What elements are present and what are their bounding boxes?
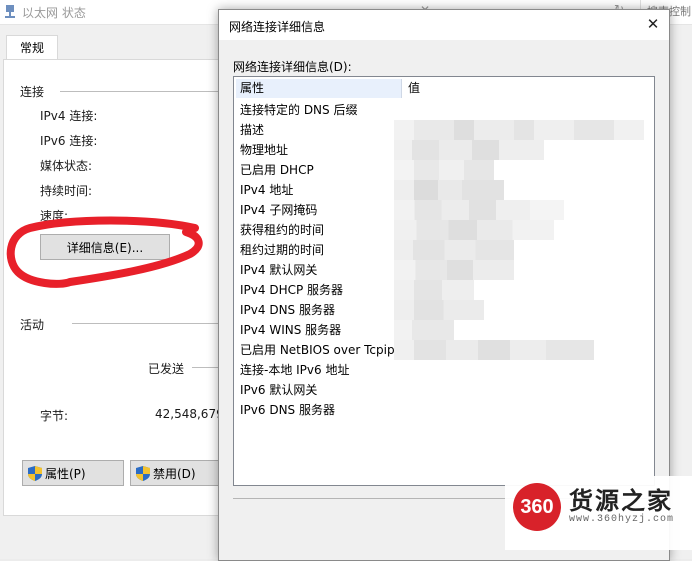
watermark-logo: 360: [513, 483, 561, 531]
column-header-value[interactable]: 值: [404, 79, 464, 98]
disable-button-label: 禁用(D): [153, 467, 196, 481]
list-item[interactable]: IPv4 WINS 服务器: [240, 320, 396, 340]
details-list[interactable]: 属性 值 连接特定的 DNS 后缀 描述 物理地址 已启用 DHCP IPv4 …: [233, 76, 655, 486]
list-item[interactable]: IPv4 默认网关: [240, 260, 396, 280]
tab-general[interactable]: 常规: [6, 35, 58, 60]
list-item[interactable]: IPv6 DNS 服务器: [240, 400, 396, 420]
column-header-property[interactable]: 属性: [236, 79, 402, 98]
ipv6-connection-label: IPv6 连接:: [40, 134, 98, 148]
status-window-title: 以太网 状态: [22, 6, 86, 20]
dialog-title: 网络连接详细信息: [229, 20, 326, 34]
dialog-titlebar: 网络连接详细信息 ✕: [219, 10, 669, 40]
properties-button[interactable]: 属性(P): [22, 460, 124, 486]
list-item[interactable]: 租约过期的时间: [240, 240, 396, 260]
list-item[interactable]: 已启用 NetBIOS over Tcpip: [240, 340, 396, 360]
list-item[interactable]: 已启用 DHCP: [240, 160, 396, 180]
list-item[interactable]: 描述: [240, 120, 396, 140]
media-state-label: 媒体状态:: [40, 159, 93, 173]
watermark-name: 货源之家: [569, 486, 673, 515]
activity-divider: [72, 323, 222, 324]
uac-shield-icon: [28, 466, 42, 481]
list-item[interactable]: 连接特定的 DNS 后缀: [240, 100, 396, 120]
list-item[interactable]: IPv4 子网掩码: [240, 200, 396, 220]
list-item[interactable]: 连接-本地 IPv6 地址: [240, 360, 396, 380]
site-watermark: 360 货源之家 www.360hyzj.com: [505, 476, 692, 550]
list-item[interactable]: 物理地址: [240, 140, 396, 160]
activity-section-heading: 活动: [20, 318, 45, 332]
watermark-url: www.360hyzj.com: [569, 514, 675, 525]
list-item[interactable]: IPv6 默认网关: [240, 380, 396, 400]
connection-section-heading: 连接: [20, 85, 45, 99]
sent-label: 已发送: [148, 362, 185, 376]
red-highlight-annotation: [6, 216, 203, 288]
connection-divider: [60, 91, 220, 92]
duration-label: 持续时间:: [40, 184, 93, 198]
properties-button-label: 属性(P): [45, 467, 86, 481]
bytes-label: 字节:: [40, 409, 69, 423]
list-item[interactable]: IPv4 DNS 服务器: [240, 300, 396, 320]
ipv4-connection-label: IPv4 连接:: [40, 109, 98, 123]
uac-shield-icon: [136, 466, 150, 481]
details-list-caption: 网络连接详细信息(D):: [233, 60, 352, 74]
list-item[interactable]: IPv4 DHCP 服务器: [240, 280, 396, 300]
redacted-values-mosaic: [394, 120, 644, 360]
list-item[interactable]: 获得租约的时间: [240, 220, 396, 240]
bytes-sent-value: 42,548,679: [155, 407, 224, 421]
network-adapter-icon: [5, 5, 15, 18]
close-icon[interactable]: ✕: [643, 14, 663, 34]
list-item[interactable]: IPv4 地址: [240, 180, 396, 200]
disable-button[interactable]: 禁用(D): [130, 460, 222, 486]
